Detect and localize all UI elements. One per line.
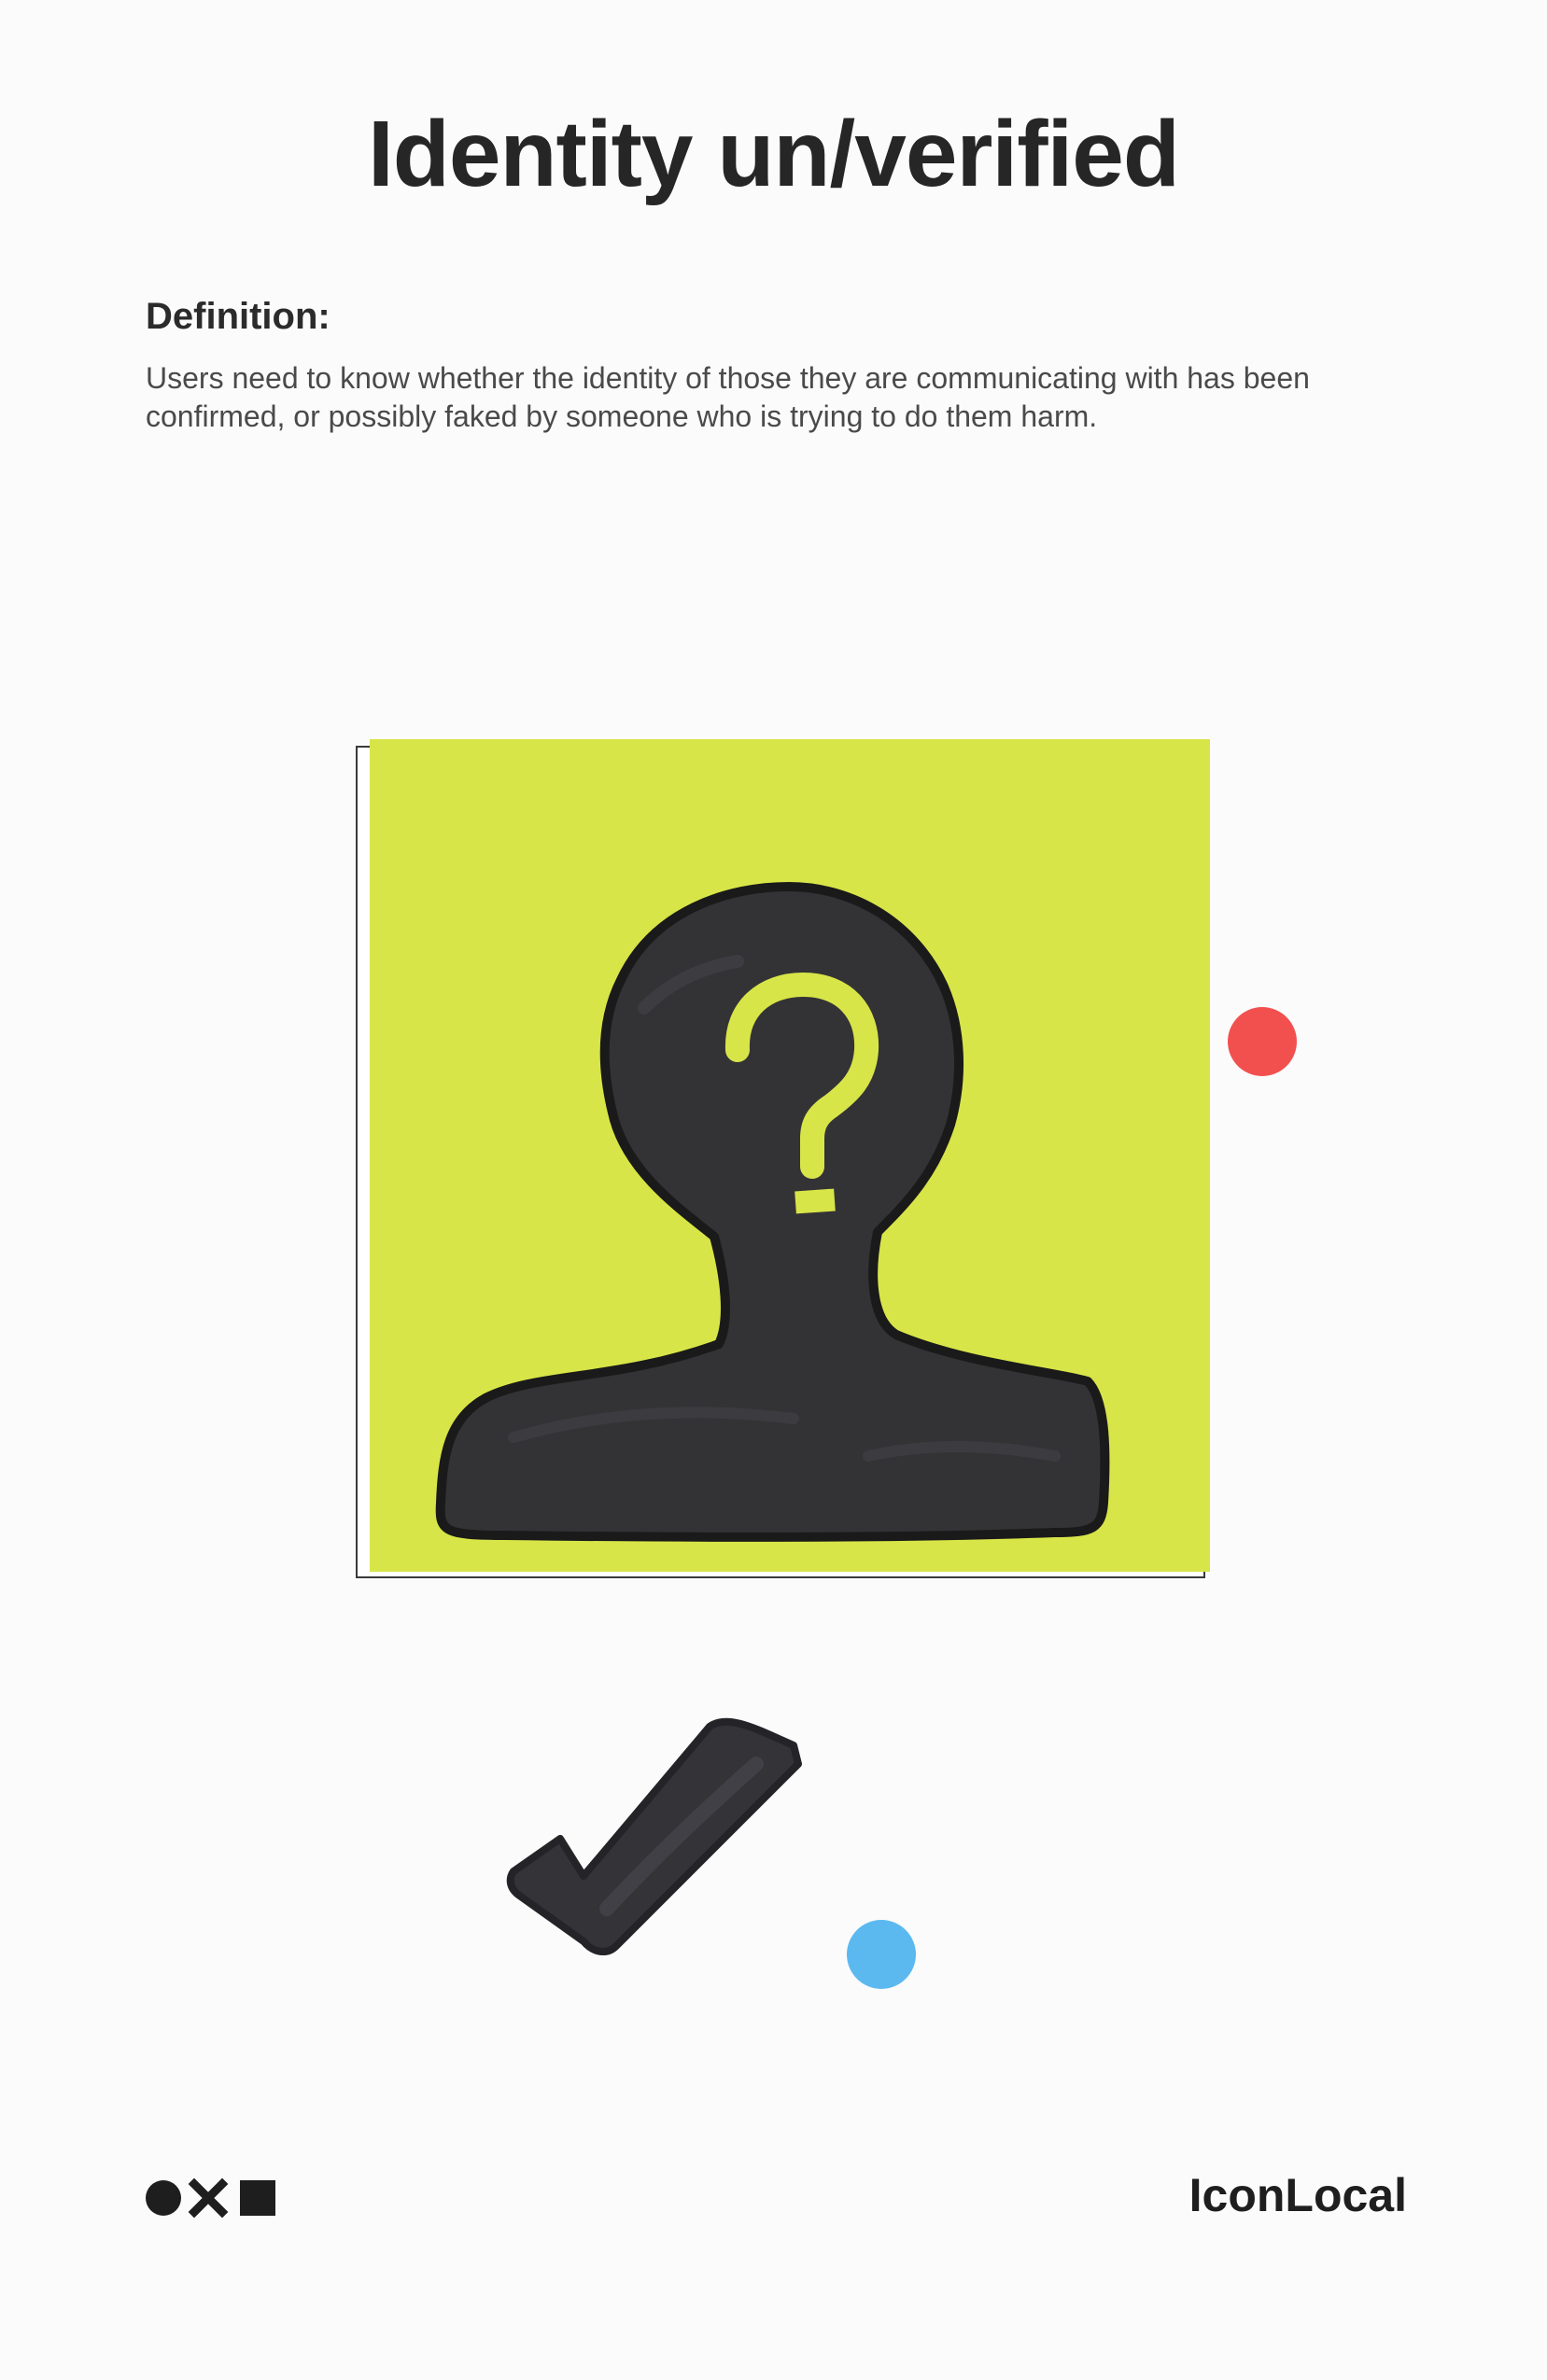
brand-name: IconLocal: [1188, 2169, 1407, 2221]
definition-heading: Definition:: [146, 296, 330, 337]
definition-text: Users need to know whether the identity …: [146, 361, 1310, 433]
red-dot-sticker: [1228, 1007, 1297, 1076]
checkmark-icon: [506, 1717, 802, 1955]
page-title: Identity un/verified: [367, 102, 1180, 206]
x-icon: [188, 2177, 229, 2219]
brand-logo: [146, 2177, 275, 2219]
unverified-person-card: [356, 739, 1210, 1578]
blue-dot-sticker: [847, 1920, 916, 1989]
circle-icon: [146, 2180, 181, 2216]
square-icon: [240, 2180, 275, 2216]
